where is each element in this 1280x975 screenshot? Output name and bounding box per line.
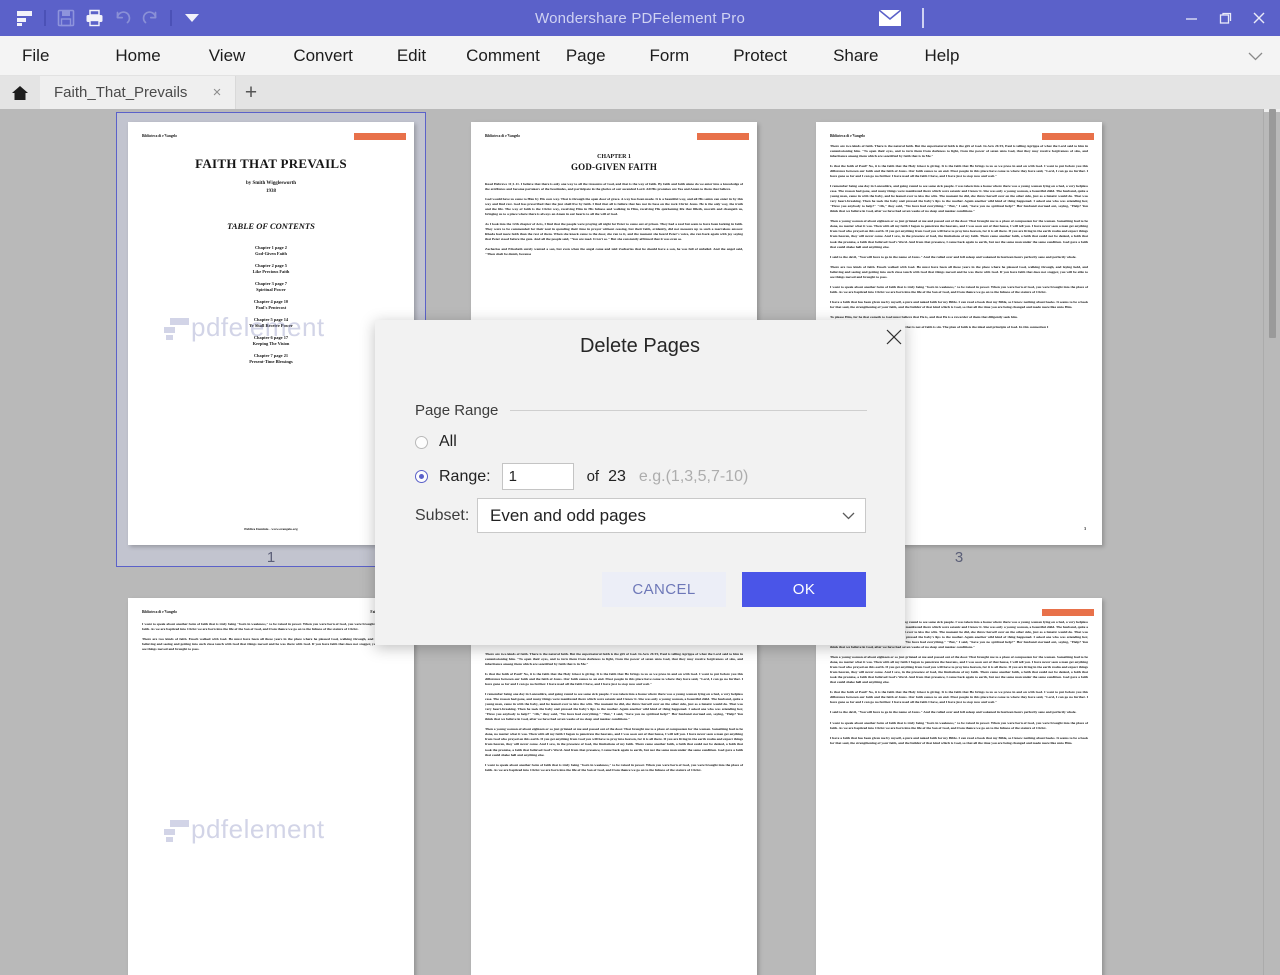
ok-button[interactable]: OK	[742, 572, 866, 607]
watermark-logo-icon	[164, 820, 190, 842]
customize-toolbar-icon[interactable]	[178, 4, 206, 32]
radio-range[interactable]	[415, 470, 428, 483]
toolbar-divider-2	[170, 10, 172, 26]
menu-item-home[interactable]: Home	[105, 36, 170, 76]
chevron-down-icon[interactable]	[1242, 36, 1268, 76]
chevron-down-icon[interactable]	[842, 508, 855, 523]
range-hint: e.g.(1,3,5,7-10)	[638, 467, 749, 485]
toc-list: Chapter 1 page 2 God-Given Faith Chapter…	[142, 245, 400, 364]
page-thumbnail-6[interactable]: Faith That Prevails I remember being one…	[816, 598, 1102, 975]
group-divider	[510, 410, 867, 411]
menu-item-share[interactable]: Share	[823, 36, 888, 76]
document-tab-label: Faith_That_Prevails	[54, 84, 188, 101]
subset-label: Subset:	[415, 506, 470, 524]
menu-item-file[interactable]: File	[12, 36, 59, 76]
of-label: of	[586, 468, 600, 485]
dialog-title: Delete Pages	[579, 335, 701, 357]
page-header: Biblioteca di e'Vangelo Faith That Preva…	[142, 610, 400, 614]
close-icon[interactable]: ×	[207, 83, 227, 103]
menu-item-convert[interactable]: Convert	[283, 36, 363, 76]
document-byline: by Smith Wigglesworth 1938	[245, 181, 297, 194]
header-highlight	[1042, 133, 1094, 140]
toc-entry: Chapter 1 page 2 God-Given Faith	[255, 245, 287, 256]
page-header: Biblioteca di e'Vangelo Faith That Preva…	[142, 133, 406, 140]
printed-page-number: 3	[1084, 526, 1086, 531]
toc-heading: TABLE OF CONTENTS	[227, 221, 315, 231]
title-bar: Wondershare PDFelement Pro	[0, 0, 1280, 36]
page-header: Biblioteca di e'Vangelo Faith That Preva…	[485, 133, 749, 140]
print-icon[interactable]	[80, 4, 108, 32]
maximize-button[interactable]	[1208, 3, 1242, 33]
range-input[interactable]	[501, 463, 574, 490]
toc-entry: Chapter 7 page 21 Present-Time Blessings	[249, 353, 293, 364]
document-title: FAITH THAT PREVAILS	[195, 156, 347, 171]
home-icon[interactable]	[0, 76, 40, 109]
page-thumbnail-5[interactable]: LIKE PRECIOUS FAITH There are two kinds …	[471, 598, 757, 975]
menu-item-view[interactable]: View	[199, 36, 256, 76]
radio-option-all[interactable]: All	[415, 433, 457, 451]
chapter-number: CHAPTER 1	[597, 154, 631, 160]
page-footer: Publica Dominio - www.evangelo.org	[244, 527, 298, 531]
menu-item-comment[interactable]: Comment	[456, 36, 550, 76]
page-range-label: Page Range	[415, 402, 499, 419]
toc-entry: Chapter 6 page 17 Keeping The Vision	[252, 335, 290, 346]
chapter-title: GOD-GIVEN FAITH	[570, 162, 658, 172]
toolbar-divider-1	[44, 10, 46, 26]
menu-bar: File Home View Convert Edit Comment Page…	[0, 36, 1280, 76]
undo-icon[interactable]	[108, 4, 136, 32]
new-tab-button[interactable]: +	[236, 76, 266, 109]
page-body: Read Hebrews 11;1-11. I believe that the…	[485, 182, 743, 257]
page-header: Biblioteca di e'Vangelo Faith That Preva…	[830, 133, 1094, 140]
menu-item-edit[interactable]: Edit	[387, 36, 436, 76]
quick-access-toolbar	[0, 4, 206, 32]
header-highlight	[354, 133, 406, 140]
menu-item-page[interactable]: Page	[556, 36, 616, 76]
header-highlight	[1042, 609, 1094, 616]
document-tab-bar: Faith_That_Prevails × +	[0, 76, 1280, 109]
page-thumbnail-1[interactable]: Biblioteca di e'Vangelo Faith That Preva…	[128, 122, 414, 545]
close-button[interactable]	[1242, 3, 1276, 33]
radio-option-range[interactable]: Range: of 23 e.g.(1,3,5,7-10)	[415, 463, 748, 490]
minimize-button[interactable]	[1174, 3, 1208, 33]
app-logo-icon[interactable]	[10, 4, 38, 32]
radio-all[interactable]	[415, 435, 428, 449]
toc-entry: Chapter 3 page 7 Spiritual Power	[255, 281, 287, 292]
total-pages-count: 23	[608, 467, 626, 485]
toc-entry: Chapter 5 page 14 Ye Shall Receive Power	[249, 317, 293, 328]
page-body: There are two kinds of faith. There is t…	[830, 144, 1088, 329]
scrollbar-thumb[interactable]	[1269, 109, 1276, 338]
text-cursor-indicator	[922, 8, 924, 28]
menu-item-help[interactable]: Help	[914, 36, 969, 76]
page-body: There are two kinds of faith. There is t…	[485, 652, 743, 772]
page-thumbnail-4[interactable]: Biblioteca di e'Vangelo Faith That Preva…	[128, 598, 414, 975]
window-controls	[1174, 0, 1276, 36]
subset-selected-value: Even and odd pages	[490, 505, 646, 525]
watermark-text: pdfelement	[191, 814, 325, 844]
menu-item-protect[interactable]: Protect	[723, 36, 797, 76]
header-highlight	[697, 133, 749, 140]
toc-entry: Chapter 2 page 5 Like Precious Faith	[252, 263, 290, 274]
document-tab[interactable]: Faith_That_Prevails ×	[40, 76, 236, 109]
save-icon[interactable]	[52, 4, 80, 32]
mail-icon[interactable]	[878, 8, 902, 28]
page-body: I want to speak about another form of fa…	[142, 622, 400, 652]
radio-all-label: All	[439, 433, 457, 450]
toc-entry: Chapter 4 page 10 Paul's Pentecost	[253, 299, 289, 310]
subset-select[interactable]: Even and odd pages	[477, 498, 866, 533]
subset-row: Subset: Even and odd pages	[415, 498, 866, 533]
cancel-button[interactable]: CANCEL	[602, 572, 726, 607]
redo-icon[interactable]	[136, 4, 164, 32]
radio-range-label: Range:	[439, 467, 491, 485]
vertical-scrollbar[interactable]	[1263, 109, 1280, 975]
page-range-group-header: Page Range	[415, 402, 867, 419]
close-icon[interactable]	[884, 328, 904, 348]
menu-item-form[interactable]: Form	[640, 36, 700, 76]
